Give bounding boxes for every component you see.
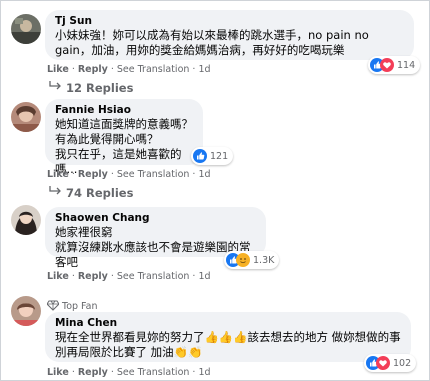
timestamp[interactable]: 1d: [198, 64, 210, 75]
reply-arrow-icon: [48, 185, 62, 200]
comment-author[interactable]: Fannie Hsiao: [55, 103, 193, 117]
comment-bubble: Tj Sun 小妹妹強！妳可以成為有始以來最棒的跳水選手，no pain no …: [45, 10, 414, 60]
reaction-count: 1.3K: [253, 254, 275, 266]
like-button[interactable]: Like: [47, 271, 69, 282]
comment-bubble: Fannie Hsiao 她知道這面獎牌的意義嗎？ 有為此覺得開心嗎？ 我只在乎…: [45, 99, 203, 176]
reply-button[interactable]: Reply: [78, 64, 108, 75]
view-replies-button[interactable]: 12 Replies: [48, 80, 133, 95]
timestamp[interactable]: 1d: [198, 367, 210, 378]
heart-reaction-icon: [376, 356, 390, 370]
comment-author[interactable]: Tj Sun: [55, 14, 404, 28]
timestamp[interactable]: 1d: [198, 271, 210, 282]
comment-actions: Like · Reply · See Translation · 1d: [47, 367, 211, 378]
reaction-summary[interactable]: 121: [191, 147, 234, 165]
avatar[interactable]: [11, 14, 41, 44]
comment-author[interactable]: Mina Chen: [55, 316, 401, 330]
replies-count: 12 Replies: [66, 81, 134, 95]
comment-text: 現在全世界都看見妳的努力了👍👍👍該去想去的地方 做妳想做的事 別再局限於比賽了 …: [55, 330, 401, 359]
like-button[interactable]: Like: [47, 367, 69, 378]
comment-actions: Like · Reply · See Translation · 1d: [47, 169, 211, 180]
reply-button[interactable]: Reply: [78, 367, 108, 378]
reply-button[interactable]: Reply: [78, 271, 108, 282]
reply-button[interactable]: Reply: [78, 169, 108, 180]
timestamp[interactable]: 1d: [198, 169, 210, 180]
like-reaction-icon: [193, 149, 207, 163]
reaction-summary[interactable]: 102: [364, 354, 417, 372]
reaction-count: 114: [397, 59, 416, 71]
comment-actions: Like · Reply · See Translation · 1d: [47, 271, 211, 282]
see-translation-link[interactable]: See Translation: [117, 64, 190, 75]
replies-count: 74 Replies: [66, 186, 134, 200]
reaction-summary[interactable]: 1.3K: [224, 251, 280, 269]
reaction-count: 121: [210, 150, 229, 162]
avatar[interactable]: [11, 205, 41, 235]
reply-arrow-icon: [48, 80, 62, 95]
comment-author[interactable]: Shaowen Chang: [55, 211, 256, 225]
view-replies-button[interactable]: 74 Replies: [48, 185, 133, 200]
reaction-count: 102: [393, 357, 412, 369]
comment-bubble: Mina Chen 現在全世界都看見妳的努力了👍👍👍該去想去的地方 做妳想做的事…: [45, 312, 411, 362]
see-translation-link[interactable]: See Translation: [117, 169, 190, 180]
like-button[interactable]: Like: [47, 64, 69, 75]
comment-actions: Like · Reply · See Translation · 1d: [47, 64, 211, 75]
see-translation-link[interactable]: See Translation: [117, 367, 190, 378]
comment-bubble: Shaowen Chang 她家裡很窮 就算沒練跳水應該也不會是遊樂園的常客吧: [45, 207, 266, 269]
care-reaction-icon: [236, 253, 250, 267]
reaction-summary[interactable]: 114: [368, 56, 421, 74]
badge-label: Top Fan: [62, 301, 98, 312]
avatar[interactable]: [11, 296, 41, 326]
avatar[interactable]: [11, 102, 41, 132]
heart-reaction-icon: [380, 58, 394, 72]
comment-text: 她知道這面獎牌的意義嗎？ 有為此覺得開心嗎？ 我只在乎，這是她喜歡的嗎...: [55, 117, 193, 176]
like-button[interactable]: Like: [47, 169, 69, 180]
see-translation-link[interactable]: See Translation: [117, 271, 190, 282]
comment-text: 小妹妹強！妳可以成為有始以來最棒的跳水選手，no pain no gain，加油…: [55, 28, 369, 57]
